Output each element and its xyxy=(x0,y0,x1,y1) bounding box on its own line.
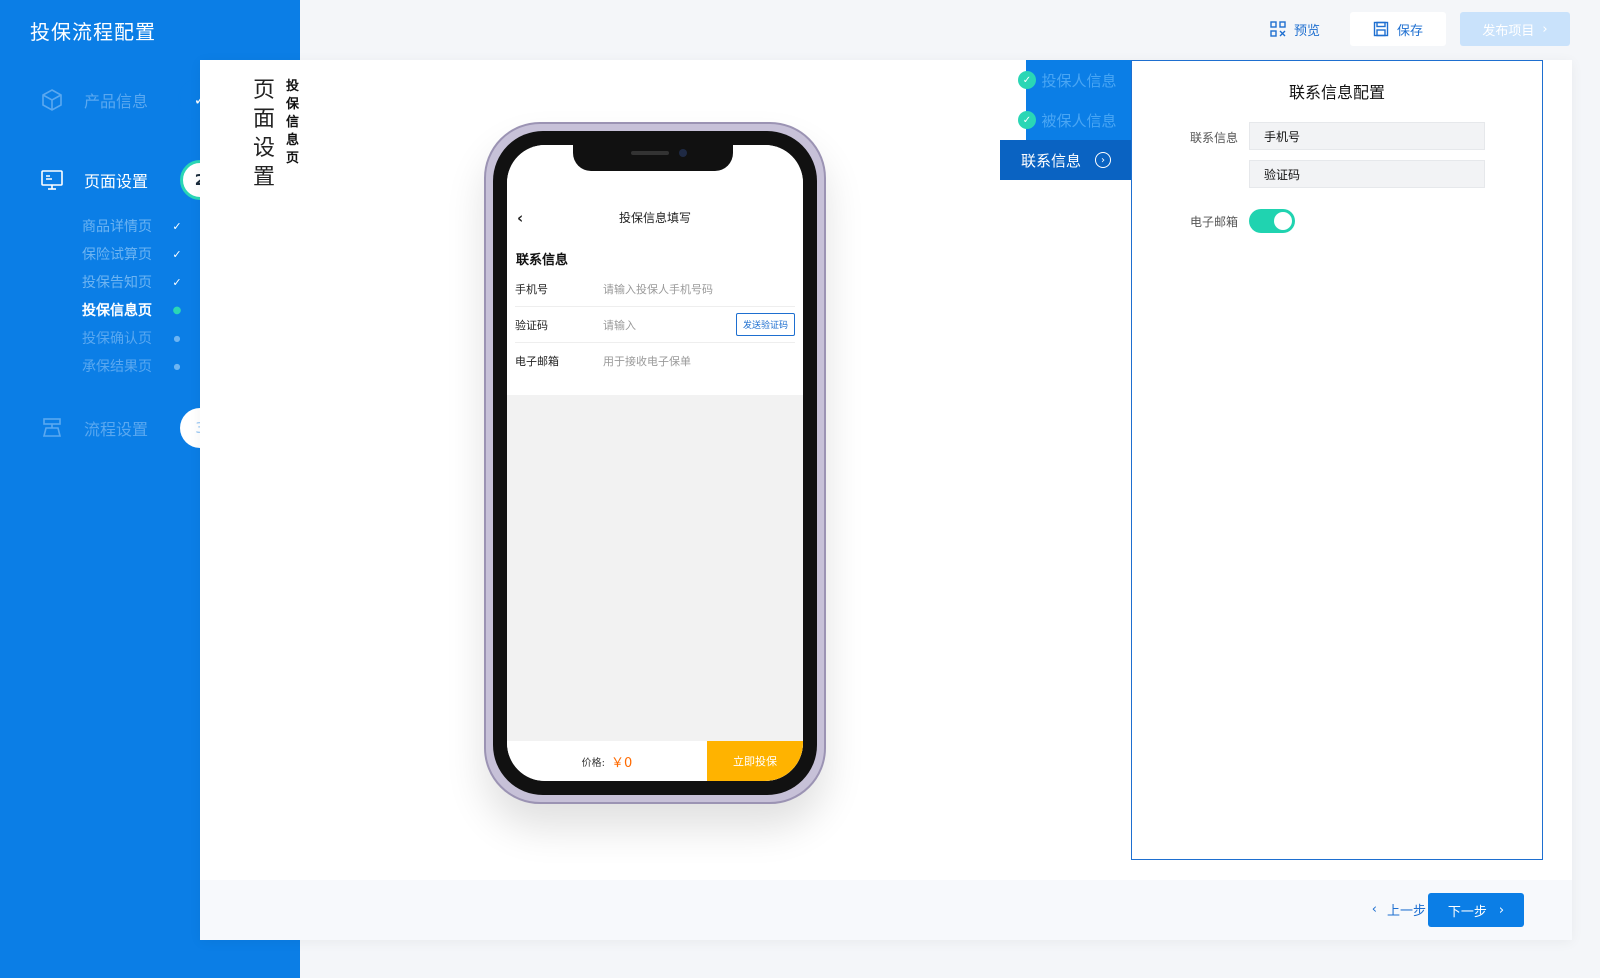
phone-preview: 投保信息填写 ‹ 联系信息 手机号 请输入投保人手机号码 验证码 请输入 发送验… xyxy=(484,122,826,804)
step-page-settings[interactable]: 页面设置 xyxy=(40,160,148,200)
substep-label: 承保结果页 xyxy=(82,359,152,375)
dot-icon: ● xyxy=(173,333,181,343)
form-row-phone[interactable]: 手机号 请输入投保人手机号码 xyxy=(515,271,795,307)
save-icon xyxy=(1373,21,1389,37)
step-flow-settings[interactable]: 流程设置 xyxy=(40,408,148,448)
substep-label: 保险试算页 xyxy=(82,247,152,263)
contact-label: 联系信息 xyxy=(1190,131,1239,145)
publish-button[interactable]: 发布项目 › xyxy=(1460,12,1570,46)
publish-label: 发布项目 xyxy=(1482,23,1535,39)
card-footer: ‹ 上一步 下一步 › xyxy=(200,880,1572,940)
next-button[interactable]: 下一步 › xyxy=(1428,893,1524,927)
field-placeholder: 用于接收电子保单 xyxy=(603,355,691,368)
flow-icon xyxy=(42,418,62,437)
email-label: 电子邮箱 xyxy=(1190,215,1239,229)
field-label: 手机号 xyxy=(515,282,548,296)
prev-label: 上一步 xyxy=(1386,903,1426,919)
dot-icon: ● xyxy=(173,361,181,371)
chevron-left-icon: ‹ xyxy=(1371,901,1377,917)
tab-label: 被保人信息 xyxy=(1041,111,1117,130)
config-title: 联系信息配置 xyxy=(1288,83,1385,102)
phone-notch xyxy=(573,145,733,171)
check-icon: ✓ xyxy=(172,247,182,261)
send-code-button[interactable]: 发送验证码 xyxy=(735,313,795,336)
topbar: 预览 保存 发布项目 › xyxy=(1254,12,1570,46)
chevron-circle-right-icon: › xyxy=(1095,152,1111,168)
substep-label: 商品详情页 xyxy=(82,219,152,235)
chevron-right-icon: › xyxy=(1542,21,1548,37)
app-title: 投保流程配置 xyxy=(30,20,156,44)
check-icon: ✓ xyxy=(172,275,182,289)
step-label: 产品信息 xyxy=(84,92,149,111)
save-label: 保存 xyxy=(1396,23,1423,39)
step-label: 页面设置 xyxy=(84,172,149,191)
field-label: 电子邮箱 xyxy=(515,355,559,368)
field-placeholder: 请输入 xyxy=(603,318,636,332)
contact-field-phone[interactable]: 手机号 xyxy=(1249,122,1485,150)
step-product-info[interactable]: 产品信息 xyxy=(40,80,148,120)
toggle-knob xyxy=(1274,212,1292,230)
substep-list: 商品详情页 ✓ 保险试算页 ✓ 投保告知页 ✓ 投保信息页 ● 投保确认页 ● 承保结果页… xyxy=(82,212,182,380)
tab-label: 联系信息 xyxy=(1020,151,1081,170)
next-label: 下一步 xyxy=(1447,904,1487,920)
preview-label: 预览 xyxy=(1293,23,1320,39)
substep-item[interactable]: 投保确认页 ● xyxy=(82,324,182,352)
phone-bottom-bar: 价格: ￥0 立即投保 xyxy=(507,741,803,781)
substep-label: 投保告知页 xyxy=(82,275,152,291)
step-label: 流程设置 xyxy=(84,420,149,439)
contact-field-code[interactable]: 验证码 xyxy=(1249,160,1485,188)
phone-nav-title: 投保信息填写 xyxy=(618,211,691,225)
back-icon[interactable]: ‹ xyxy=(517,209,523,227)
field-label: 验证码 xyxy=(515,318,548,332)
substep-item[interactable]: 承保结果页 ● xyxy=(82,352,182,380)
page-title: 页面设置 xyxy=(252,78,275,190)
substep-item[interactable]: 投保告知页 ✓ xyxy=(82,268,182,296)
speaker xyxy=(631,151,669,155)
monitor-icon xyxy=(41,170,63,190)
dot-icon: ● xyxy=(172,304,182,316)
substep-item-current[interactable]: 投保信息页 ● xyxy=(82,296,182,324)
form-row-code[interactable]: 验证码 请输入 发送验证码 xyxy=(515,307,795,343)
tab-label: 投保人信息 xyxy=(1041,71,1117,90)
tab-contact[interactable]: 联系信息 › xyxy=(1000,140,1132,180)
main-card: 页面设置 投保信息页 投保信息填写 ‹ 联系信息 手机号 请输入投保人手机号码 … xyxy=(200,60,1572,940)
phone-bezel: 投保信息填写 ‹ 联系信息 手机号 请输入投保人手机号码 验证码 请输入 发送验… xyxy=(493,131,817,795)
camera-icon xyxy=(679,149,687,157)
substep-item[interactable]: 商品详情页 ✓ xyxy=(82,212,182,240)
check-icon: ✓ xyxy=(172,219,182,233)
cube-icon xyxy=(42,89,62,111)
phone-screen: 投保信息填写 ‹ 联系信息 手机号 请输入投保人手机号码 验证码 请输入 发送验… xyxy=(507,145,803,781)
qrcode-icon xyxy=(1270,21,1286,37)
chevron-right-icon: › xyxy=(1498,902,1505,918)
price-label: 价格: xyxy=(581,757,606,769)
email-toggle[interactable] xyxy=(1249,209,1295,233)
section-heading: 联系信息 xyxy=(516,253,569,268)
field-placeholder: 请输入投保人手机号码 xyxy=(603,282,713,296)
substep-label: 投保信息页 xyxy=(82,303,152,319)
tab-policyholder[interactable]: ✓ 投保人信息 xyxy=(1018,60,1132,100)
prev-button[interactable]: ‹ 上一步 xyxy=(1372,898,1426,920)
tab-insured[interactable]: ✓ 被保人信息 xyxy=(1018,100,1132,140)
substep-label: 投保确认页 xyxy=(82,331,152,347)
check-circle-icon: ✓ xyxy=(1018,111,1036,129)
substep-item[interactable]: 保险试算页 ✓ xyxy=(82,240,182,268)
save-button[interactable]: 保存 xyxy=(1350,12,1446,46)
check-circle-icon: ✓ xyxy=(1018,71,1036,89)
price-value: ￥0 xyxy=(611,755,633,771)
form-row-email[interactable]: 电子邮箱 用于接收电子保单 xyxy=(515,343,795,379)
page-subtitle: 投保信息页 xyxy=(286,79,300,166)
config-panel: 联系信息配置 联系信息 手机号 验证码 电子邮箱 xyxy=(1131,60,1543,860)
preview-button[interactable]: 预览 xyxy=(1254,12,1336,46)
price-display: 价格: ￥0 xyxy=(507,741,707,781)
buy-now-button[interactable]: 立即投保 xyxy=(707,741,803,781)
